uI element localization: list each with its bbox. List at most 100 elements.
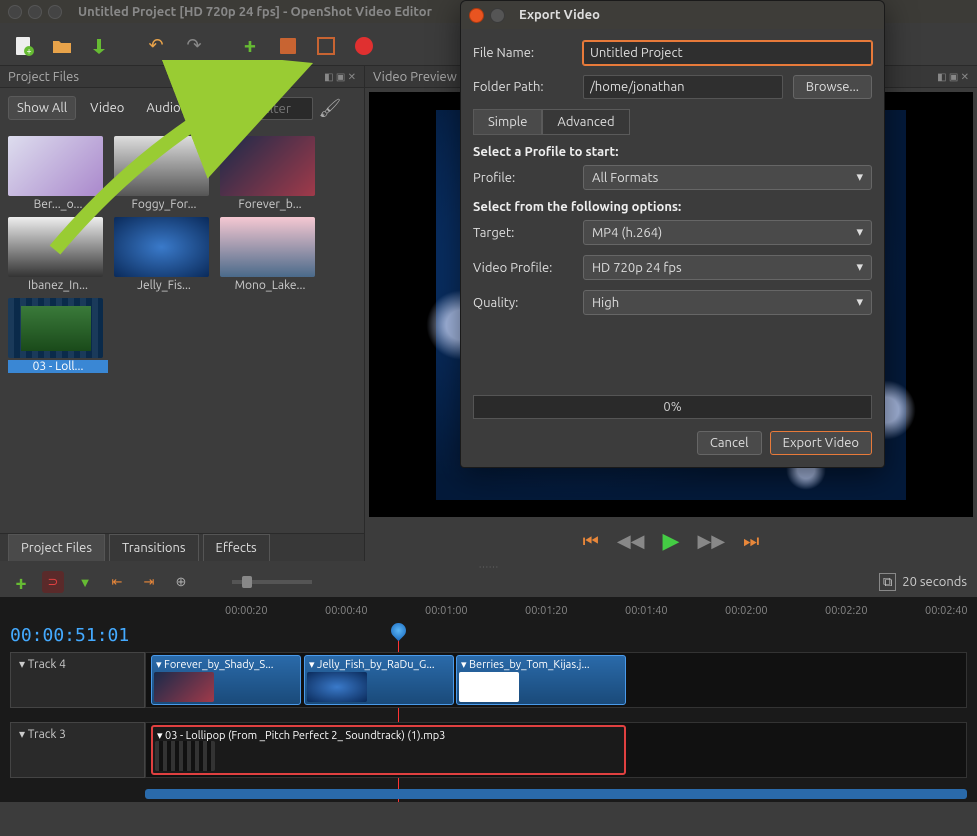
ruler-tick: 00:01:20 — [525, 605, 568, 617]
panel-controls-icon[interactable]: ◧ ▣ ✕ — [937, 71, 969, 83]
chevron-down-icon: ▾ — [856, 170, 863, 185]
track-content[interactable]: ▾ Forever_by_Shady_S... ▾ Jelly_Fish_by_… — [145, 652, 967, 708]
undo-icon[interactable]: ↶ — [142, 32, 170, 60]
ruler-tick: 00:01:40 — [625, 605, 668, 617]
snap-icon[interactable]: ⊃ — [42, 571, 64, 593]
save-project-icon[interactable] — [86, 32, 114, 60]
dialog-titlebar[interactable]: Export Video — [461, 1, 884, 29]
jump-start-icon[interactable]: ⏮ — [583, 531, 599, 552]
file-item[interactable]: Forever_b... — [220, 136, 320, 211]
left-panel-tabs: Project Files Transitions Effects — [0, 533, 364, 561]
video-profile-select[interactable]: HD 720p 24 fps▾ — [583, 255, 872, 280]
export-video-icon[interactable] — [350, 32, 378, 60]
export-video-dialog: Export Video File Name: Folder Path: Bro… — [460, 0, 885, 468]
timeline-clip[interactable]: ▾ Berries_by_Tom_Kijas.j... — [456, 655, 626, 705]
window-maximize-icon[interactable] — [48, 5, 62, 19]
timeline-scrollbar[interactable] — [145, 789, 967, 799]
filter-input[interactable] — [253, 97, 313, 120]
file-item[interactable]: 03 - Loll... — [8, 298, 108, 373]
profile-select[interactable]: All Formats▾ — [583, 165, 872, 190]
fullscreen-icon[interactable] — [312, 32, 340, 60]
project-files-header: Project Files ◧ ▣ ✕ — [0, 66, 364, 88]
window-minimize-icon[interactable] — [28, 5, 42, 19]
window-title: Untitled Project [HD 720p 24 fps] - Open… — [78, 5, 432, 19]
chevron-down-icon: ▾ — [856, 295, 863, 310]
track-row: ▾ Track 4 ▾ Forever_by_Shady_S... ▾ Jell… — [10, 652, 967, 708]
tab-transitions[interactable]: Transitions — [109, 534, 199, 561]
cancel-button[interactable]: Cancel — [697, 431, 762, 455]
prev-marker-icon[interactable]: ⇤ — [106, 571, 128, 593]
export-progress-bar: 0% — [473, 395, 872, 419]
dialog-title: Export Video — [519, 8, 600, 22]
folder-path-input[interactable] — [583, 75, 783, 99]
tab-simple[interactable]: Simple — [473, 109, 542, 135]
open-project-icon[interactable] — [48, 32, 76, 60]
track-header[interactable]: ▾ Track 3 — [10, 722, 145, 778]
export-video-button[interactable]: Export Video — [770, 431, 872, 455]
filter-audio-button[interactable]: Audio — [138, 97, 188, 119]
new-project-icon[interactable]: + — [10, 32, 38, 60]
next-marker-icon[interactable]: ⇥ — [138, 571, 160, 593]
timeline-clip[interactable]: ▾ 03 - Lollipop (From _Pitch Perfect 2_ … — [151, 725, 626, 775]
timeline[interactable]: 00:00:51:01 00:00:20 00:00:40 00:01:00 0… — [0, 597, 977, 802]
add-track-icon[interactable]: + — [10, 571, 32, 593]
file-name-input[interactable] — [583, 41, 872, 65]
browse-button[interactable]: Browse... — [793, 75, 872, 99]
ruler-tick: 00:01:00 — [425, 605, 468, 617]
zoom-seconds-icon: ⧉ — [879, 573, 896, 591]
play-icon[interactable]: ▶ — [663, 528, 680, 554]
razor-icon[interactable]: ▼ — [74, 571, 96, 593]
options-section-label: Select from the following options: — [473, 200, 872, 214]
jump-end-icon[interactable]: ⏭ — [743, 531, 759, 552]
panel-controls-icon[interactable]: ◧ ▣ ✕ — [324, 71, 356, 83]
file-thumbnails: Ber..._o... Foggy_For... Forever_b... Ib… — [0, 128, 364, 381]
project-files-title: Project Files — [8, 70, 79, 84]
clear-filter-icon[interactable]: 🖌 — [319, 98, 342, 119]
target-label: Target: — [473, 226, 573, 240]
file-item[interactable]: Ibanez_In... — [8, 217, 108, 292]
playback-controls: ⏮ ◀◀ ▶ ▶▶ ⏭ — [365, 521, 977, 561]
file-item[interactable]: Jelly_Fis... — [114, 217, 214, 292]
dialog-tabs: Simple Advanced — [473, 109, 872, 135]
chevron-down-icon: ▾ — [856, 260, 863, 275]
quality-select[interactable]: High▾ — [583, 290, 872, 315]
filter-bar: Show All Video Audio Image 🖌 — [0, 88, 364, 128]
file-name-label: File Name: — [473, 46, 573, 60]
window-close-icon[interactable] — [8, 5, 22, 19]
dialog-minimize-icon[interactable] — [490, 8, 505, 23]
redo-icon[interactable]: ↷ — [180, 32, 208, 60]
show-all-button[interactable]: Show All — [8, 96, 76, 120]
quality-label: Quality: — [473, 296, 573, 310]
track-row: ▾ Track 3 ▾ 03 - Lollipop (From _Pitch P… — [10, 722, 967, 778]
timeline-ruler[interactable]: 00:00:20 00:00:40 00:01:00 00:01:20 00:0… — [145, 605, 967, 645]
ruler-tick: 00:02:40 — [925, 605, 968, 617]
rewind-icon[interactable]: ◀◀ — [617, 531, 645, 552]
file-item[interactable]: Foggy_For... — [114, 136, 214, 211]
timeline-clip[interactable]: ▾ Forever_by_Shady_S... — [151, 655, 301, 705]
target-select[interactable]: MP4 (h.264)▾ — [583, 220, 872, 245]
timecode-display: 00:00:51:01 — [10, 625, 129, 646]
tab-effects[interactable]: Effects — [203, 534, 270, 561]
svg-text:+: + — [26, 46, 31, 56]
video-preview-title: Video Preview — [373, 70, 457, 84]
project-files-panel: Project Files ◧ ▣ ✕ Show All Video Audio… — [0, 66, 365, 561]
dialog-close-icon[interactable] — [469, 8, 484, 23]
track-header[interactable]: ▾ Track 4 — [10, 652, 145, 708]
tab-advanced[interactable]: Advanced — [542, 109, 629, 135]
center-playhead-icon[interactable]: ⊕ — [170, 571, 192, 593]
fast-forward-icon[interactable]: ▶▶ — [697, 531, 725, 552]
track-content[interactable]: ▾ 03 - Lollipop (From _Pitch Perfect 2_ … — [145, 722, 967, 778]
zoom-slider[interactable] — [232, 580, 312, 584]
file-item[interactable]: Mono_Lake... — [220, 217, 320, 292]
file-item[interactable]: Ber..._o... — [8, 136, 108, 211]
zoom-value: 20 seconds — [902, 575, 967, 589]
filter-video-button[interactable]: Video — [82, 97, 132, 119]
profile-label: Profile: — [473, 171, 573, 185]
filter-image-button[interactable]: Image — [195, 97, 247, 119]
ruler-tick: 00:02:00 — [725, 605, 768, 617]
chevron-down-icon: ▾ — [856, 225, 863, 240]
choose-profile-icon[interactable] — [274, 32, 302, 60]
tab-project-files[interactable]: Project Files — [8, 534, 105, 561]
import-files-icon[interactable]: + — [236, 32, 264, 60]
timeline-clip[interactable]: ▾ Jelly_Fish_by_RaDu_G... — [304, 655, 454, 705]
